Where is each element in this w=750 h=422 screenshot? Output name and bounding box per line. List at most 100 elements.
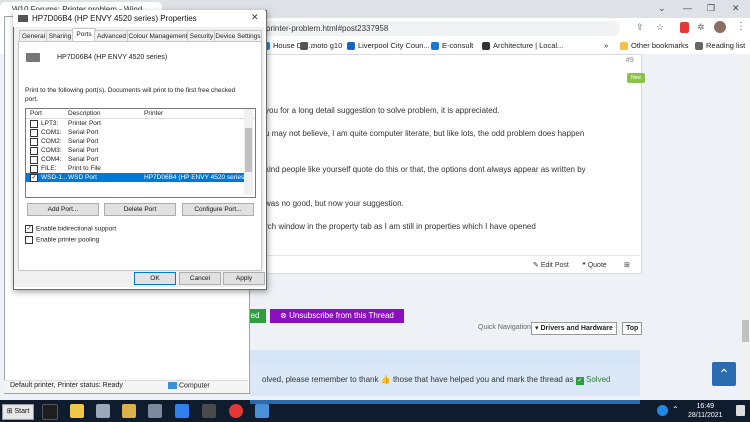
browser-page-strip bbox=[250, 400, 640, 404]
taskbar-app-icon[interactable] bbox=[122, 404, 136, 418]
solved-text: olved, please remember to thank bbox=[262, 375, 379, 384]
port-list[interactable]: Port Description Printer LPT3: Printer Po… bbox=[25, 108, 256, 198]
computer-status: Computer bbox=[168, 382, 210, 389]
port-row-selected[interactable]: ✓ WSD-1... WSD Port HP7D06B4 (HP ENVY 4520 … bbox=[26, 173, 247, 182]
start-button[interactable]: ⊞ Start bbox=[2, 404, 34, 420]
port-row[interactable]: COM2: Serial Port bbox=[26, 137, 255, 146]
bidirectional-label: Enable bidirectional support bbox=[36, 225, 117, 233]
port-checkbox[interactable] bbox=[30, 129, 38, 137]
bidirectional-option[interactable]: ✓ Enable bidirectional support bbox=[25, 225, 116, 233]
avatar[interactable] bbox=[714, 21, 726, 33]
star-icon[interactable]: ☆ bbox=[656, 22, 664, 33]
port-row[interactable]: COM1: Serial Port bbox=[26, 128, 255, 137]
ok-button[interactable]: OK bbox=[134, 272, 176, 285]
port-checkbox-checked[interactable]: ✓ bbox=[30, 174, 38, 182]
port-list-header: Port Description Printer bbox=[26, 109, 255, 119]
pooling-option[interactable]: Enable printer pooling bbox=[25, 236, 99, 244]
port-name: COM3: bbox=[41, 147, 62, 154]
port-row[interactable]: COM3: Serial Port bbox=[26, 146, 255, 155]
taskbar-app-icon[interactable] bbox=[175, 404, 189, 418]
thumbs-up-icon: 👍 bbox=[380, 375, 391, 384]
reading-list-label: Reading list bbox=[706, 41, 746, 50]
bookmark-moto[interactable]: moto g10 bbox=[300, 40, 342, 52]
pooling-checkbox[interactable] bbox=[25, 236, 33, 244]
bookmark-liverpool[interactable]: Liverpool City Coun... bbox=[347, 40, 430, 52]
other-bookmarks[interactable]: Other bookmarks bbox=[620, 40, 689, 52]
quick-navigation-select[interactable]: ▾ Drivers and Hardware bbox=[531, 322, 617, 335]
page-scrollbar[interactable] bbox=[741, 54, 750, 400]
extensions-icon[interactable]: ✲ bbox=[697, 22, 705, 33]
bookmark-architecture[interactable]: Architecture | Local... bbox=[482, 40, 563, 52]
port-row[interactable]: LPT3: Printer Port bbox=[26, 119, 255, 128]
port-name: FILE: bbox=[41, 165, 57, 172]
windows-icon: ⊞ bbox=[6, 408, 13, 415]
printer-settings-icon[interactable] bbox=[255, 404, 269, 418]
reading-list[interactable]: Reading list bbox=[695, 40, 745, 52]
port-list-scroll-thumb[interactable] bbox=[245, 128, 252, 172]
clock-date: 28/11/2021 bbox=[688, 412, 723, 419]
menu-icon[interactable]: ⋮ bbox=[736, 21, 746, 32]
quote-button[interactable]: ❝ Quote bbox=[582, 261, 607, 269]
folder-icon bbox=[620, 42, 628, 51]
taskbar-app-icon[interactable] bbox=[148, 404, 162, 418]
tray-chevron-icon[interactable]: ⌃ bbox=[672, 405, 679, 414]
bookmark-label: Liverpool City Coun... bbox=[358, 41, 430, 50]
port-checkbox[interactable] bbox=[30, 165, 38, 173]
add-port-button[interactable]: Add Port... bbox=[27, 203, 99, 216]
delete-port-button[interactable]: Delete Port bbox=[104, 203, 176, 216]
scrollbar-thumb[interactable] bbox=[742, 320, 749, 342]
port-name: COM1: bbox=[41, 129, 62, 136]
taskbar-app-icon[interactable] bbox=[96, 404, 110, 418]
bookmarks-overflow-icon[interactable]: » bbox=[604, 40, 608, 52]
configure-port-button[interactable]: Configure Port... bbox=[182, 203, 254, 216]
port-checkbox[interactable] bbox=[30, 120, 38, 128]
port-checkbox[interactable] bbox=[30, 138, 38, 146]
apply-button[interactable]: Apply bbox=[223, 272, 265, 285]
shield-extension-icon[interactable] bbox=[680, 22, 689, 33]
maximize-icon[interactable]: ❐ bbox=[707, 3, 715, 14]
notifications-icon[interactable] bbox=[736, 405, 745, 416]
cancel-button[interactable]: Cancel bbox=[179, 272, 221, 285]
search-tabs-icon[interactable]: ⌄ bbox=[658, 3, 666, 14]
multiquote-icon[interactable]: ⊞ bbox=[624, 261, 630, 269]
taskbar-app-icon[interactable] bbox=[202, 404, 216, 418]
clock[interactable]: 16:49 28/11/2021 bbox=[688, 402, 723, 420]
column-description[interactable]: Description bbox=[68, 109, 101, 118]
port-printer: HP7D06B4 (HP ENVY 4520 series) bbox=[144, 174, 247, 181]
tab-ports[interactable]: Ports bbox=[72, 28, 96, 42]
task-view-icon[interactable] bbox=[42, 404, 58, 420]
solved-notice: olved, please remember to thank 👍 those … bbox=[250, 366, 640, 396]
check-icon: ✓ bbox=[575, 377, 584, 385]
column-printer[interactable]: Printer bbox=[144, 109, 163, 118]
edit-post-label: Edit Post bbox=[540, 262, 569, 269]
port-checkbox[interactable] bbox=[30, 147, 38, 155]
bidirectional-checkbox[interactable]: ✓ bbox=[25, 225, 33, 233]
bookmark-econsult[interactable]: E-consult bbox=[431, 40, 473, 52]
port-row[interactable]: COM4: Serial Port bbox=[26, 155, 255, 164]
clock-time: 16:49 bbox=[696, 403, 715, 410]
post-line: kind people like yourself quote do this … bbox=[265, 165, 586, 174]
top-button[interactable]: Top bbox=[622, 322, 643, 335]
printer-icon bbox=[18, 15, 28, 23]
post-number[interactable]: #9 bbox=[626, 57, 634, 64]
close-dialog-icon[interactable]: ✕ bbox=[251, 12, 259, 23]
weather-icon[interactable] bbox=[657, 405, 668, 416]
scroll-top-icon[interactable]: ⌃ bbox=[712, 362, 736, 386]
port-row[interactable]: FILE: Print to File bbox=[26, 164, 255, 173]
solved-text-2: those that have helped you and mark the … bbox=[392, 375, 574, 384]
column-port[interactable]: Port bbox=[30, 109, 42, 118]
edit-icon: ✎ bbox=[533, 262, 541, 269]
computer-icon bbox=[168, 382, 177, 389]
port-description: Print to File bbox=[68, 165, 101, 172]
port-checkbox[interactable] bbox=[30, 156, 38, 164]
share-icon[interactable]: ⇪ bbox=[636, 22, 644, 33]
pooling-label: Enable printer pooling bbox=[36, 236, 100, 244]
file-explorer-icon[interactable] bbox=[70, 404, 84, 418]
port-instruction: Print to the following port(s). Document… bbox=[25, 87, 236, 103]
minimize-icon[interactable]: — bbox=[683, 3, 692, 13]
unsubscribe-button[interactable]: ⊗ Unsubscribe from this Thread bbox=[270, 309, 404, 323]
chrome-icon[interactable] bbox=[229, 404, 243, 418]
edit-post-button[interactable]: ✎ Edit Post bbox=[533, 261, 569, 269]
close-window-icon[interactable]: ✕ bbox=[732, 3, 740, 14]
new-badge: New bbox=[627, 73, 645, 83]
